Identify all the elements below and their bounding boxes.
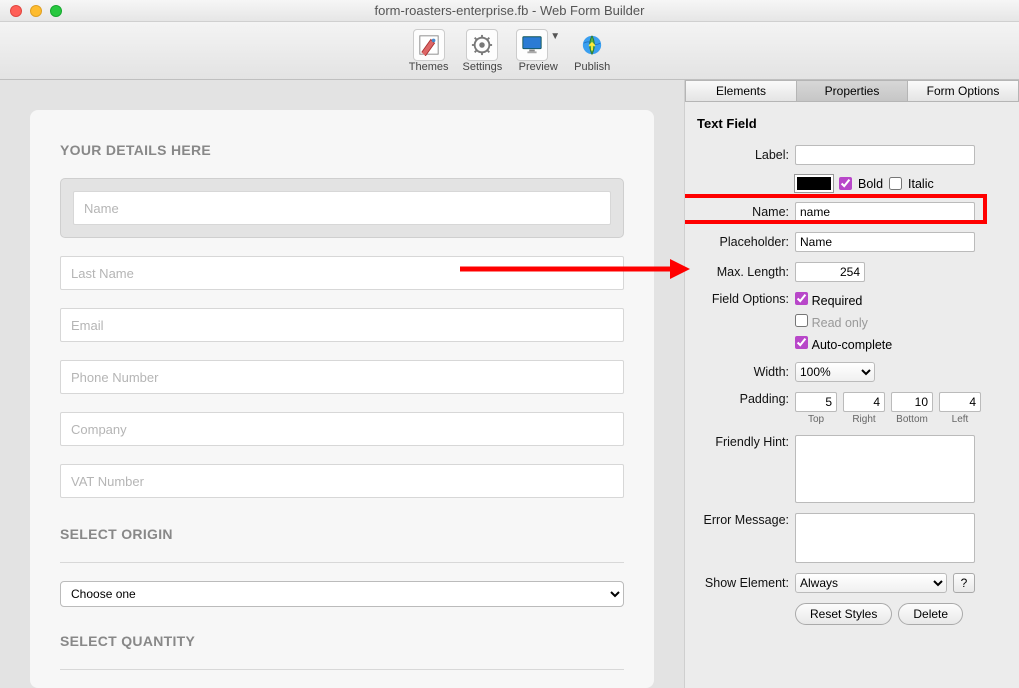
readonly-checkbox[interactable] xyxy=(795,314,808,327)
side-panel: Elements Properties Form Options Text Fi… xyxy=(684,80,1019,688)
monitor-icon xyxy=(516,29,548,61)
bold-checkbox[interactable] xyxy=(839,177,852,190)
divider-2 xyxy=(60,669,624,670)
section-origin-title: SELECT ORIGIN xyxy=(60,526,624,542)
required-label: Required xyxy=(812,294,863,308)
window-title: form-roasters-enterprise.fb - Web Form B… xyxy=(0,3,1019,18)
email-field[interactable] xyxy=(60,308,624,342)
label-label: Label: xyxy=(695,148,795,162)
publish-label: Publish xyxy=(574,61,610,73)
italic-label: Italic xyxy=(908,177,934,191)
themes-label: Themes xyxy=(409,61,449,73)
name-field[interactable] xyxy=(73,191,611,225)
publish-button[interactable]: Publish xyxy=(574,29,610,73)
delete-button[interactable]: Delete xyxy=(898,603,963,625)
panel-tabs: Elements Properties Form Options xyxy=(685,80,1019,102)
section-details-title: YOUR DETAILS HERE xyxy=(60,142,624,158)
help-button[interactable]: ? xyxy=(953,573,975,593)
chevron-down-icon[interactable]: ▼ xyxy=(550,31,560,42)
form-canvas[interactable]: YOUR DETAILS HERE SELECT ORIGIN Choose o… xyxy=(0,80,684,688)
divider xyxy=(60,562,624,563)
tab-properties[interactable]: Properties xyxy=(797,80,908,102)
themes-button[interactable]: Themes xyxy=(409,29,449,73)
padding-right-input[interactable] xyxy=(843,392,885,412)
selected-field-wrap[interactable] xyxy=(60,178,624,238)
padding-left-input[interactable] xyxy=(939,392,981,412)
panel-title: Text Field xyxy=(697,116,1007,131)
hint-textarea[interactable] xyxy=(795,435,975,503)
width-label: Width: xyxy=(695,365,795,379)
toolbar: Themes Settings ▼ Preview Publish xyxy=(0,22,1019,80)
required-checkbox[interactable] xyxy=(795,292,808,305)
company-field[interactable] xyxy=(60,412,624,446)
showelement-select[interactable]: Always xyxy=(795,573,947,593)
padding-label: Padding: xyxy=(695,392,795,406)
preview-label: Preview xyxy=(519,61,558,73)
section-quantity-title: SELECT QUANTITY xyxy=(60,633,624,649)
error-textarea[interactable] xyxy=(795,513,975,563)
preview-button[interactable]: ▼ Preview xyxy=(516,29,560,73)
settings-button[interactable]: Settings xyxy=(463,29,503,73)
bold-label: Bold xyxy=(858,177,883,191)
phone-field[interactable] xyxy=(60,360,624,394)
settings-label: Settings xyxy=(463,61,503,73)
padding-bottom-input[interactable] xyxy=(891,392,933,412)
label-input[interactable] xyxy=(795,145,975,165)
italic-checkbox[interactable] xyxy=(889,177,902,190)
titlebar: form-roasters-enterprise.fb - Web Form B… xyxy=(0,0,1019,22)
gear-icon xyxy=(466,29,498,61)
globe-upload-icon xyxy=(576,29,608,61)
autocomplete-checkbox[interactable] xyxy=(795,336,808,349)
showelement-label: Show Element: xyxy=(695,576,795,590)
readonly-label: Read only xyxy=(812,316,868,330)
label-color-well[interactable] xyxy=(795,175,833,192)
properties-panel: Text Field Label: Bold Italic Name: xyxy=(685,102,1019,688)
origin-select[interactable]: Choose one xyxy=(60,581,624,607)
autocomplete-label: Auto-complete xyxy=(812,338,893,352)
padding-top-input[interactable] xyxy=(795,392,837,412)
name-label: Name: xyxy=(695,205,795,219)
maxlength-label: Max. Length: xyxy=(695,265,795,279)
name-input[interactable] xyxy=(795,202,975,222)
tab-form-options[interactable]: Form Options xyxy=(908,80,1019,102)
placeholder-input[interactable] xyxy=(795,232,975,252)
hint-label: Friendly Hint: xyxy=(695,435,795,449)
maxlength-input[interactable] xyxy=(795,262,865,282)
placeholder-label: Placeholder: xyxy=(695,235,795,249)
lastname-field[interactable] xyxy=(60,256,624,290)
form-card: YOUR DETAILS HERE SELECT ORIGIN Choose o… xyxy=(30,110,654,688)
themes-icon xyxy=(413,29,445,61)
fieldoptions-label: Field Options: xyxy=(695,292,795,306)
width-select[interactable]: 100% xyxy=(795,362,875,382)
vat-field[interactable] xyxy=(60,464,624,498)
tab-elements[interactable]: Elements xyxy=(685,80,797,102)
reset-styles-button[interactable]: Reset Styles xyxy=(795,603,892,625)
error-label: Error Message: xyxy=(695,513,795,527)
